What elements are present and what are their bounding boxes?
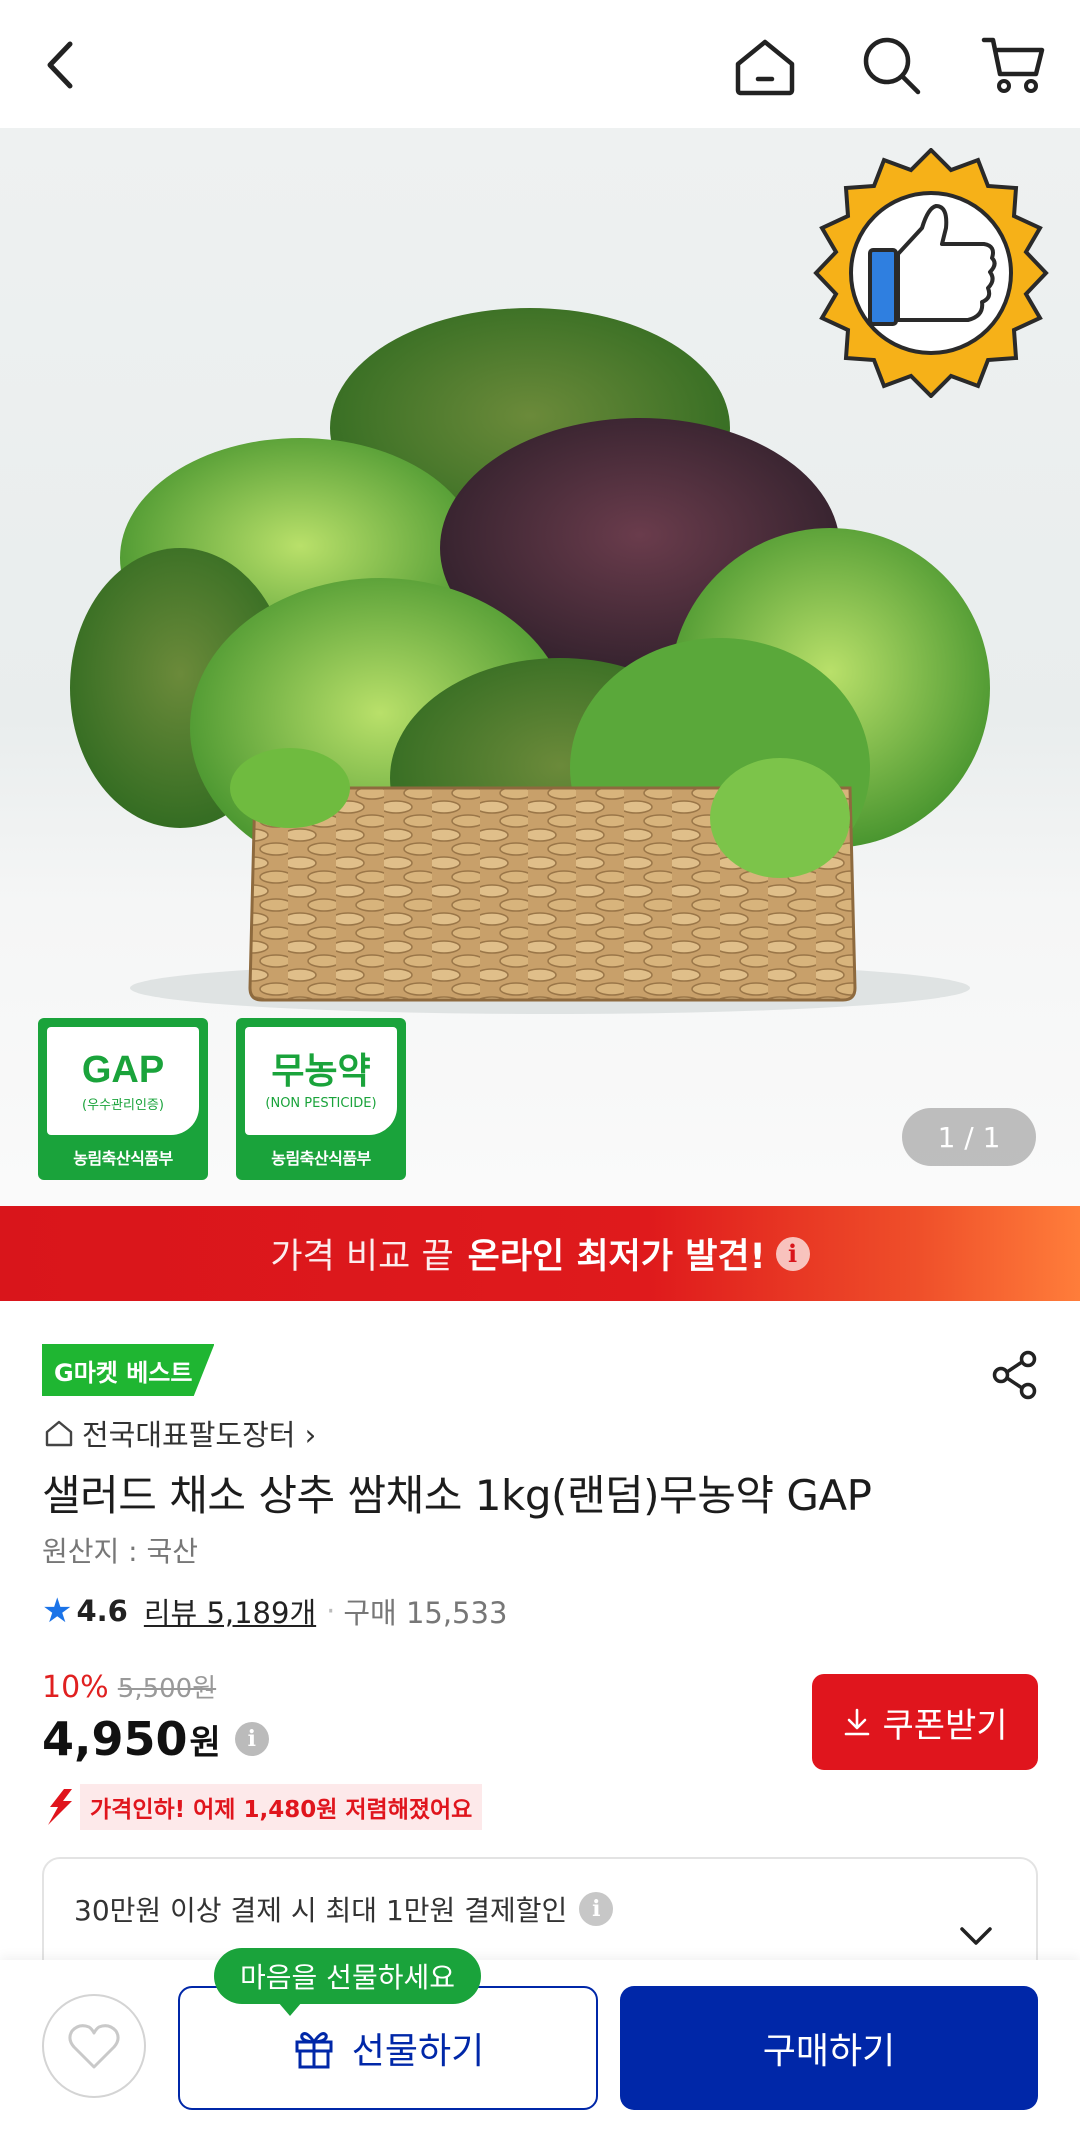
wishlist-button[interactable] — [42, 1994, 146, 2098]
cart-icon[interactable] — [978, 30, 1048, 100]
gift-label: 선물하기 — [351, 2031, 485, 2072]
gift-button[interactable]: 선물하기 — [178, 1986, 598, 2110]
price-info-icon[interactable]: i — [234, 1722, 269, 1756]
star-icon: ★ — [42, 1591, 73, 1631]
info-icon[interactable]: i — [775, 1236, 810, 1271]
rating-score: 4.6 — [76, 1594, 128, 1628]
image-pager: 1 / 1 — [902, 1108, 1036, 1166]
benefit-info-icon[interactable]: i — [579, 1892, 614, 1926]
back-icon[interactable] — [28, 30, 98, 100]
non-pesticide-cert-badge: 무농약 (NON PESTICIDE) 농림축산식품부 — [236, 1018, 406, 1180]
store-link[interactable]: 전국대표팔도장터 › — [44, 1412, 316, 1454]
product-origin: 원산지 : 국산 — [42, 1535, 199, 1568]
store-name: 전국대표팔도장터 › — [82, 1418, 317, 1452]
search-icon[interactable] — [856, 30, 926, 100]
store-home-icon — [45, 1420, 73, 1447]
home-icon[interactable] — [730, 30, 800, 100]
gift-icon — [295, 2032, 333, 2069]
share-icon[interactable] — [990, 1350, 1040, 1400]
cert-title: 무농약 — [271, 1050, 371, 1092]
product-image-carousel[interactable]: GAP (우수관리인증) 농림축산식품부 무농약 (NON PESTICIDE)… — [0, 128, 1080, 1206]
promo-highlight: 온라인 최저가 발견! — [467, 1237, 766, 1277]
download-icon — [845, 1708, 870, 1736]
down-arrow-icon — [48, 1789, 72, 1825]
cert-title: GAP — [81, 1048, 165, 1091]
bottom-action-bar: 선물하기 구매하기 — [0, 1960, 1080, 2134]
gap-cert-badge: GAP (우수관리인증) 농림축산식품부 — [38, 1018, 208, 1180]
separator-dot: · — [326, 1594, 336, 1628]
top-bar — [0, 0, 1080, 128]
price-discount-row: 10% 5,500원 — [42, 1668, 216, 1705]
best-badge: G마켓 베스트 — [42, 1344, 215, 1396]
benefit-text: 30만원 이상 결제 시 최대 1만원 결제할인 — [74, 1894, 568, 1927]
lowest-price-banner[interactable]: 가격 비교 끝 온라인 최저가 발견! i — [0, 1206, 1080, 1301]
coupon-label: 쿠폰받기 — [882, 1705, 1008, 1746]
purchase-count: 구매 15,533 — [343, 1596, 508, 1630]
price-drop-notice: 가격인하! 어제 1,480원 저렴해졌어요 — [42, 1784, 483, 1830]
cert-issuer: 농림축산식품부 — [73, 1149, 173, 1168]
original-price: 5,500원 — [117, 1674, 217, 1704]
cert-subtitle: (우수관리인증) — [82, 1097, 164, 1113]
sale-price: 4,950 원 i — [42, 1712, 269, 1766]
chevron-down-icon[interactable] — [956, 1921, 996, 1951]
discount-rate: 10% — [42, 1670, 109, 1705]
sale-price-unit: 원 — [189, 1722, 221, 1763]
coupon-button[interactable]: 쿠폰받기 — [812, 1674, 1038, 1770]
thumbs-up-badge-icon — [806, 147, 1056, 399]
cert-subtitle: (NON PESTICIDE) — [265, 1095, 377, 1111]
heart-icon — [68, 2024, 120, 2069]
price-drop-text: 가격인하! 어제 1,480원 저렴해졌어요 — [80, 1784, 483, 1830]
cert-issuer: 농림축산식품부 — [271, 1149, 371, 1168]
product-title: 샐러드 채소 상추 쌈채소 1kg(랜덤)무농약 GAP — [42, 1471, 872, 1520]
buy-button[interactable]: 구매하기 — [620, 1986, 1038, 2110]
rating-row: ★ 4.6 리뷰 5,189개 · 구매 15,533 — [42, 1590, 507, 1632]
gift-tooltip: 마음을 선물하세요 — [214, 1948, 481, 2016]
promo-prefix: 가격 비교 끝 — [270, 1237, 454, 1277]
review-link[interactable]: 리뷰 5,189개 — [144, 1590, 316, 1632]
sale-price-value: 4,950 — [42, 1712, 188, 1766]
